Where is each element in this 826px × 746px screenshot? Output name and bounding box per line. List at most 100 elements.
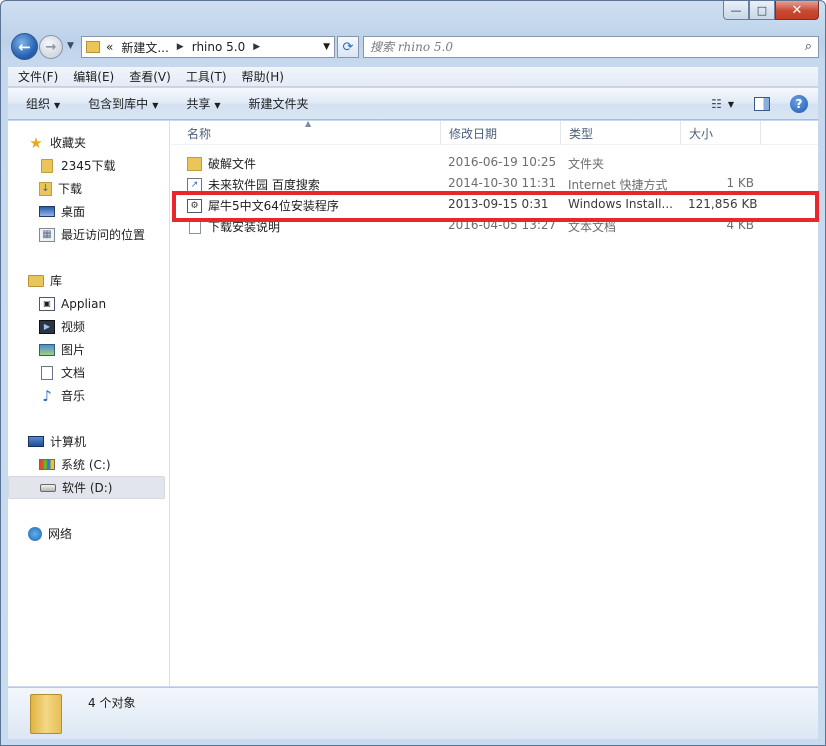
column-headers: ▲ 名称 修改日期 类型 大小: [171, 119, 818, 145]
file-name: 犀牛5中文64位安装程序: [208, 199, 339, 213]
column-header-name[interactable]: 名称: [179, 121, 441, 145]
sidebar-item-label: 图片: [61, 343, 86, 357]
address-bar[interactable]: « 新建文... ▶ rhino 5.0 ▶ ▼: [81, 36, 335, 58]
star-icon: ★: [29, 133, 43, 152]
view-options-icon[interactable]: ☷: [711, 97, 722, 111]
menu-bar: 文件(F) 编辑(E) 查看(V) 工具(T) 帮助(H): [8, 67, 818, 87]
chevron-down-icon: ▼: [214, 101, 221, 110]
application-library-icon: ▣: [39, 296, 55, 311]
folder-icon: [187, 156, 202, 171]
sidebar-item-label: 2345下载: [61, 159, 116, 173]
forward-button[interactable]: →: [39, 35, 63, 59]
sidebar-item-label: 下载: [58, 182, 83, 196]
command-bar: 组织 ▼ 包含到库中 ▼ 共享 ▼ 新建文件夹 ☷ ▼ ?: [8, 88, 818, 120]
caption-buttons: — □ ✕: [723, 1, 819, 21]
sidebar-item-videos[interactable]: ▶ 视频: [8, 315, 169, 338]
sidebar-item-recent-places[interactable]: ▦ 最近访问的位置: [8, 223, 169, 246]
chevron-down-icon: ▼: [152, 101, 159, 110]
view-chevron-down-icon[interactable]: ▼: [728, 100, 734, 109]
view-controls: ☷ ▼ ?: [711, 95, 808, 113]
sidebar-item-label: Applian: [61, 296, 107, 311]
sidebar-item-2345-downloads[interactable]: 2345下载: [8, 154, 169, 177]
sidebar-item-drive-c[interactable]: 系统 (C:): [8, 453, 169, 476]
file-size: 1 KB: [726, 176, 754, 190]
column-header-size[interactable]: 大小: [681, 121, 761, 145]
file-row[interactable]: 下载安装说明 2016-04-05 13:27 文本文档 4 KB: [171, 215, 818, 236]
pictures-icon: [39, 343, 55, 356]
column-header-type[interactable]: 类型: [561, 121, 681, 145]
breadcrumb-item-current[interactable]: rhino 5.0: [192, 40, 246, 54]
sidebar-item-music[interactable]: ♪ 音乐: [8, 384, 169, 407]
include-in-library-label: 包含到库中: [88, 97, 149, 111]
item-count: 4 个对象: [88, 696, 136, 710]
file-date: 2016-04-05 13:27: [448, 218, 557, 232]
menu-view[interactable]: 查看(V): [119, 68, 176, 85]
search-box[interactable]: ⌕: [363, 36, 819, 58]
sidebar-item-downloads[interactable]: ↓ 下载: [8, 177, 169, 200]
sidebar-item-documents[interactable]: 文档: [8, 361, 169, 384]
content-area: ★ 收藏夹 2345下载 ↓ 下载 桌面 ▦ 最近访问的位置 库 ▣ Appli…: [8, 119, 818, 686]
sidebar-item-desktop[interactable]: 桌面: [8, 200, 169, 223]
organize-button[interactable]: 组织 ▼: [16, 95, 70, 112]
minimize-button[interactable]: —: [723, 1, 749, 20]
new-folder-button[interactable]: 新建文件夹: [239, 95, 319, 112]
sidebar-item-libraries[interactable]: 库: [8, 269, 169, 292]
file-row[interactable]: 破解文件 2016-06-19 10:25 文件夹: [171, 152, 818, 173]
sidebar-item-favorites[interactable]: ★ 收藏夹: [8, 131, 169, 154]
column-header-date[interactable]: 修改日期: [441, 121, 561, 145]
search-icon[interactable]: ⌕: [805, 39, 812, 54]
sidebar-item-computer[interactable]: 计算机: [8, 430, 169, 453]
menu-edit[interactable]: 编辑(E): [63, 68, 119, 85]
navigation-pane[interactable]: ★ 收藏夹 2345下载 ↓ 下载 桌面 ▦ 最近访问的位置 库 ▣ Appli…: [8, 121, 170, 686]
file-row-installer[interactable]: ⚙ 犀牛5中文64位安装程序 2013-09-15 0:31 Windows In…: [171, 194, 818, 215]
folder-icon: [86, 41, 100, 53]
maximize-button[interactable]: □: [749, 1, 775, 20]
sidebar-item-network[interactable]: 网络: [8, 522, 169, 545]
back-button[interactable]: ←: [11, 33, 38, 60]
refresh-button[interactable]: ⟳: [337, 36, 359, 58]
file-row[interactable]: ↗ 未来软件园 百度搜索 2014-10-30 11:31 Internet 快捷…: [171, 173, 818, 194]
menu-help[interactable]: 帮助(H): [232, 68, 289, 85]
sidebar-item-label: 桌面: [61, 205, 86, 219]
include-in-library-button[interactable]: 包含到库中 ▼: [78, 95, 168, 112]
navigation-bar: ← → ▼ « 新建文... ▶ rhino 5.0 ▶ ▼ ⟳ ⌕: [9, 31, 819, 63]
recent-places-icon: ▦: [39, 227, 55, 242]
menu-tools[interactable]: 工具(T): [176, 68, 232, 85]
menu-file[interactable]: 文件(F): [8, 68, 63, 85]
hard-drive-icon: [40, 483, 56, 492]
recent-pages-chevron-down-icon[interactable]: ▼: [67, 41, 74, 51]
text-file-icon: [189, 219, 201, 234]
breadcrumb-chevron-right-icon[interactable]: ▶: [177, 42, 184, 52]
breadcrumb-chevron-right-icon[interactable]: ▶: [253, 42, 260, 52]
preview-pane-icon[interactable]: [754, 97, 770, 111]
sidebar-item-label: 视频: [61, 320, 86, 334]
folder-icon: [30, 694, 62, 734]
address-history-chevron-down-icon[interactable]: ▼: [323, 42, 330, 52]
computer-icon: [28, 436, 44, 447]
sidebar-item-label: 文档: [61, 366, 86, 380]
file-size: 121,856 KB: [688, 197, 758, 211]
system-drive-icon: [39, 459, 55, 470]
music-note-icon: ♪: [42, 386, 52, 405]
file-date: 2014-10-30 11:31: [448, 176, 557, 190]
close-button[interactable]: ✕: [775, 1, 819, 20]
file-size: 4 KB: [726, 218, 754, 232]
libraries-icon: [28, 274, 44, 287]
desktop-icon: [39, 206, 55, 217]
breadcrumb-overflow[interactable]: «: [106, 40, 113, 54]
breadcrumb-item-parent[interactable]: 新建文...: [121, 39, 168, 56]
file-date: 2016-06-19 10:25: [448, 155, 557, 169]
file-type: Internet 快捷方式: [568, 178, 668, 192]
sidebar-item-pictures[interactable]: 图片: [8, 338, 169, 361]
share-button[interactable]: 共享 ▼: [176, 95, 230, 112]
sidebar-item-drive-d[interactable]: 软件 (D:): [8, 476, 165, 499]
help-icon[interactable]: ?: [790, 95, 808, 113]
sidebar-item-label: 网络: [48, 527, 73, 541]
file-name: 破解文件: [208, 157, 257, 171]
sidebar-item-applian[interactable]: ▣ Applian: [8, 292, 169, 315]
installer-icon: ⚙: [187, 198, 202, 213]
share-label: 共享: [186, 97, 211, 111]
file-list[interactable]: ▲ 名称 修改日期 类型 大小 破解文件 2016-06-19 10:25 文件…: [171, 119, 818, 686]
details-pane: 4 个对象: [8, 687, 818, 739]
search-input[interactable]: [370, 40, 790, 54]
